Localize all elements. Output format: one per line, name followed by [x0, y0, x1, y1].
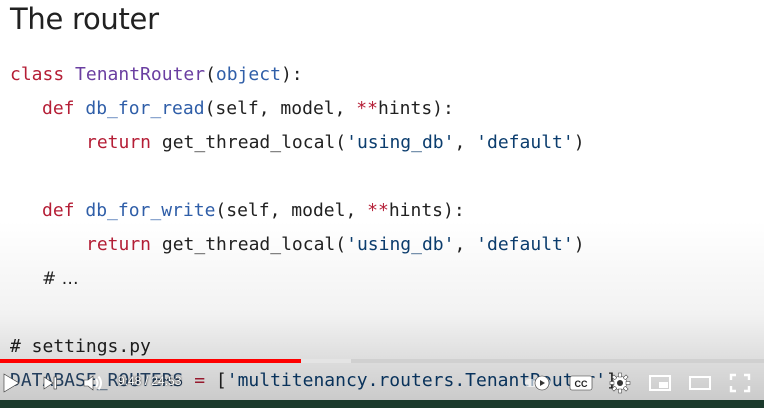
code-keyword: return [86, 132, 152, 153]
code-comment: # settings.py [10, 336, 151, 357]
code-function-name: db_for_write [85, 200, 216, 221]
code-call: get_thread_local( [151, 132, 347, 153]
play-icon [3, 373, 20, 393]
code-builtin: object [215, 64, 281, 85]
time-display: 9:48 / 24:53 [118, 374, 181, 388]
code-keyword: class [10, 64, 65, 85]
code-string: 'using_db' [346, 234, 455, 255]
code-args: (self, model, [215, 200, 368, 221]
autoplay-toggle[interactable] [524, 370, 556, 396]
code-args: (self, model, [204, 98, 357, 119]
time-separator: / [141, 374, 152, 388]
code-punct: , [454, 234, 477, 255]
miniplayer-icon [649, 375, 671, 391]
page-bottom-strip [0, 400, 764, 408]
volume-button[interactable] [80, 370, 106, 396]
code-line-2: def db_for_read(self, model, **hints): [42, 97, 764, 121]
progress-played [0, 359, 302, 363]
fullscreen-button[interactable] [726, 370, 754, 396]
code-string: 'using_db' [346, 132, 455, 153]
player-controls: 9:48 / 24:53 CC [0, 366, 764, 400]
fullscreen-icon [729, 373, 751, 393]
code-operator: ** [367, 200, 389, 221]
next-button[interactable] [40, 370, 60, 396]
code-function-name: db_for_read [85, 98, 205, 119]
code-string: 'default' [476, 234, 574, 255]
theater-mode-button[interactable] [686, 370, 714, 396]
code-punct: , [454, 132, 477, 153]
theater-mode-icon [689, 376, 711, 390]
code-punct: ( [205, 64, 216, 85]
volume-icon [83, 375, 102, 391]
next-icon [43, 376, 57, 390]
code-operator: ** [356, 98, 378, 119]
code-line-9: # settings.py [10, 335, 764, 359]
code-line-5: def db_for_write(self, model, **hints): [42, 199, 764, 223]
code-comment: # … [42, 269, 79, 289]
slide: The router class TenantRouter(object): d… [0, 0, 764, 408]
code-string: 'default' [476, 132, 574, 153]
autoplay-toggle-icon [525, 375, 551, 391]
code-punct: ): [280, 64, 303, 85]
progress-bar[interactable] [0, 359, 764, 363]
captions-button[interactable]: CC [568, 370, 594, 396]
gear-icon [609, 372, 631, 394]
play-button[interactable] [0, 370, 22, 396]
captions-label: CC [575, 379, 588, 389]
code-punct: ) [573, 234, 585, 255]
settings-button[interactable] [608, 370, 632, 396]
current-time: 9:48 [118, 374, 142, 388]
code-punct: ) [573, 132, 585, 153]
code-call: get_thread_local( [151, 234, 347, 255]
code-class-name: TenantRouter [75, 64, 206, 85]
slide-title: The router [10, 2, 159, 36]
captions-icon: CC [569, 375, 593, 391]
code-args: hints): [388, 200, 465, 221]
miniplayer-button[interactable] [646, 370, 674, 396]
code-line-1: class TenantRouter(object): [10, 63, 764, 87]
code-line-7: # … [42, 267, 764, 291]
code-args: hints): [377, 98, 454, 119]
duration: 24:53 [151, 374, 182, 388]
code-line-6: return get_thread_local('using_db', 'def… [86, 233, 764, 257]
code-keyword: def [42, 200, 75, 221]
code-keyword: def [42, 98, 75, 119]
code-line-3: return get_thread_local('using_db', 'def… [86, 131, 764, 155]
code-keyword: return [86, 234, 152, 255]
